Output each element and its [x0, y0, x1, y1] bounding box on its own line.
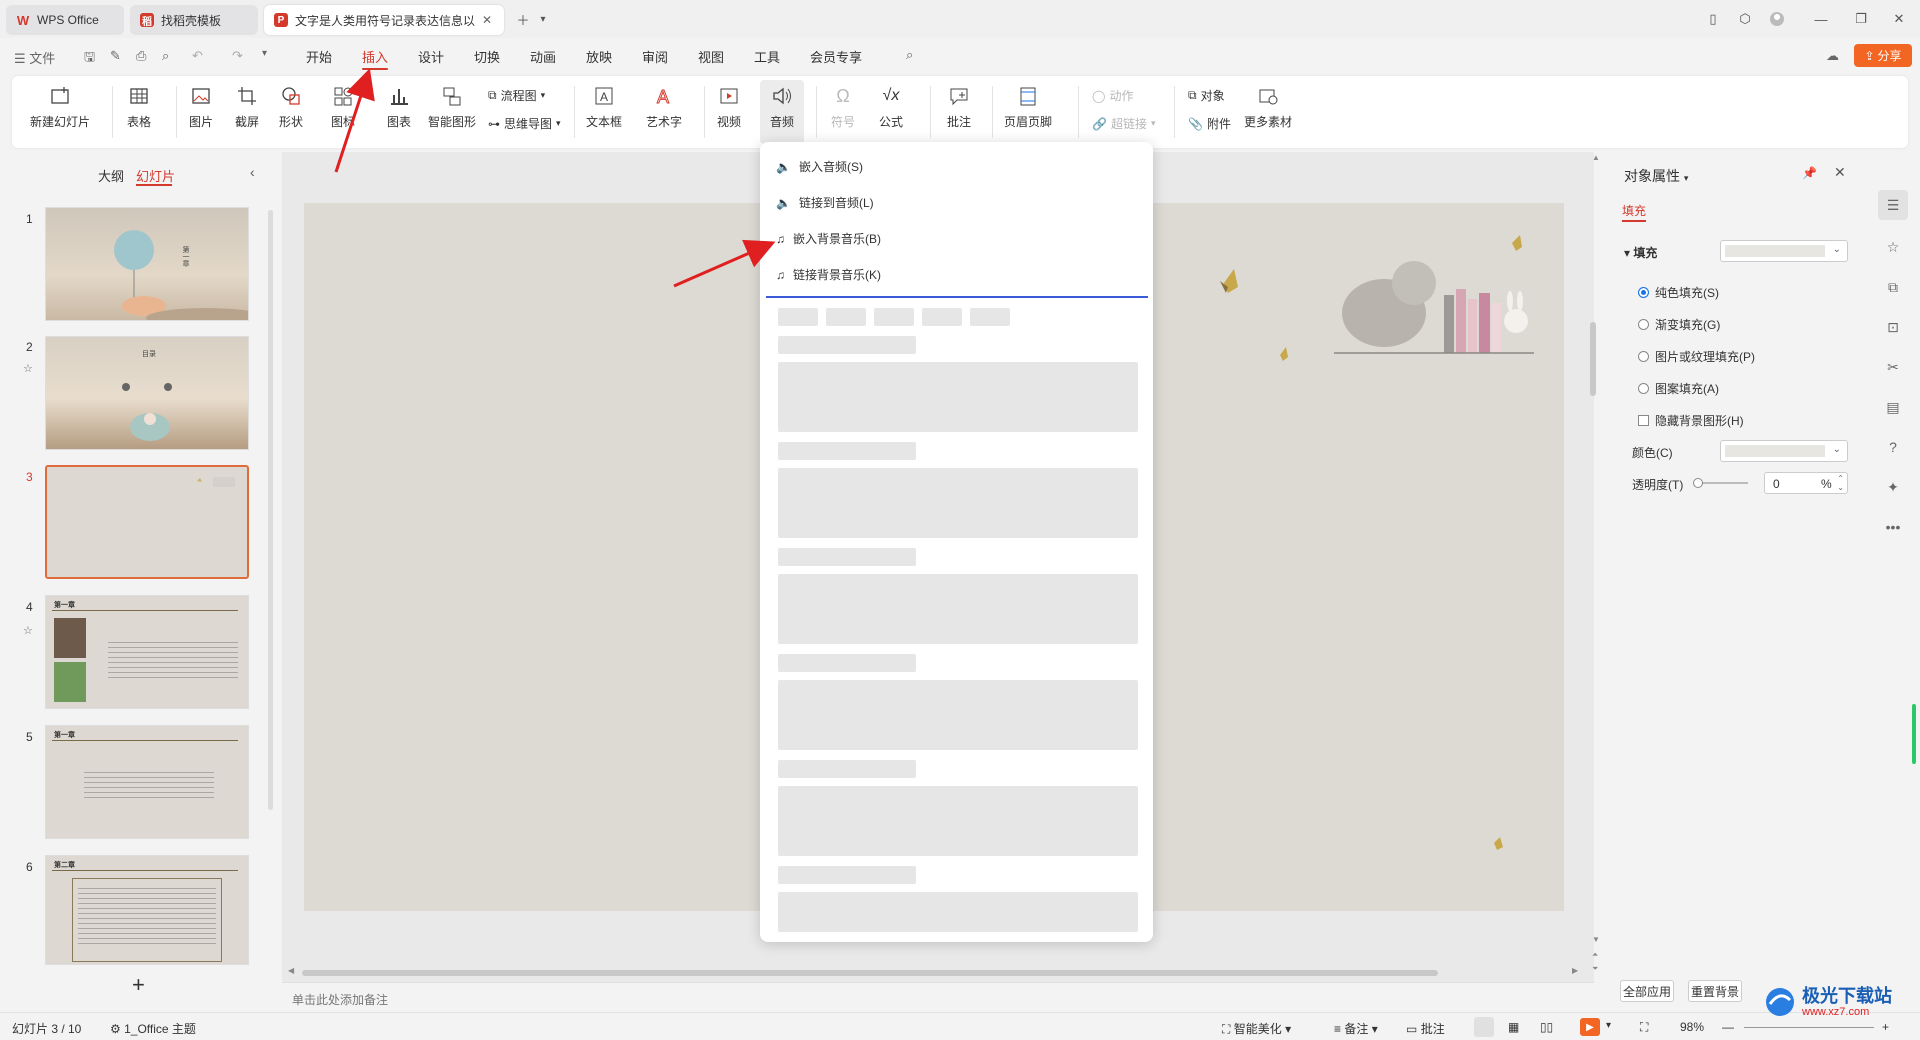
arrow-to-insert-tab	[334, 68, 375, 173]
wps-window: W WPS Office 稻 找稻壳模板 P 文字是人类用符号记录表达信息以 ✕…	[0, 0, 1920, 1040]
annotation-arrows	[334, 68, 776, 288]
arrow-to-embed-bg-music	[673, 239, 776, 288]
